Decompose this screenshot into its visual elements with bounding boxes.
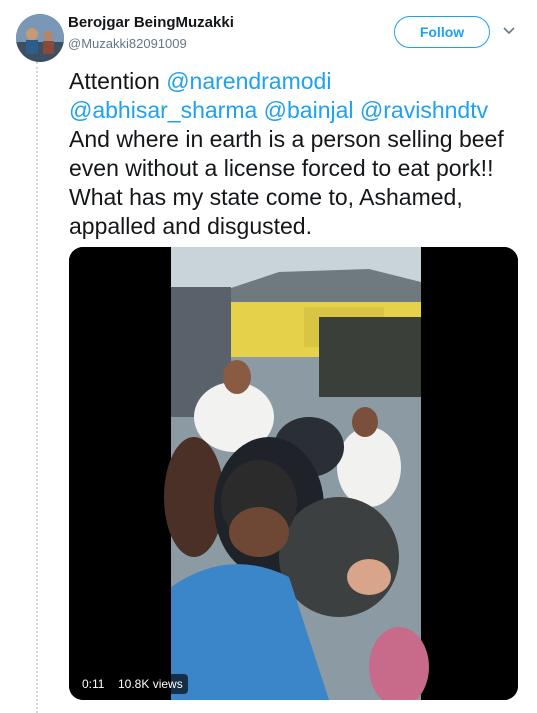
tweet-text: Attention @narendramodi @abhisar_sharma …	[69, 67, 529, 241]
follow-button[interactable]: Follow	[394, 16, 490, 48]
mention-link[interactable]: @abhisar_sharma	[69, 97, 257, 123]
tweet-header: Berojgar BeingMuzakki @Muzakki82091009 F…	[16, 10, 526, 62]
video-player[interactable]: 0:11 10.8K views	[69, 247, 518, 700]
chevron-down-icon[interactable]	[502, 26, 516, 36]
display-name[interactable]: Berojgar BeingMuzakki	[68, 14, 234, 31]
tweet-body: And where in earth is a person selling b…	[69, 126, 504, 239]
avatar[interactable]	[16, 14, 64, 62]
mention-link[interactable]: @narendramodi	[166, 68, 331, 94]
video-frame	[69, 247, 518, 700]
video-views-badge: 10.8K views	[113, 674, 188, 694]
mention-link[interactable]: @bainjal	[264, 97, 354, 123]
video-duration-badge: 0:11	[77, 674, 110, 694]
user-handle[interactable]: @Muzakki82091009	[68, 36, 187, 51]
thread-line	[36, 62, 38, 713]
mention-link[interactable]: @ravishndtv	[360, 97, 488, 123]
tweet-text-prefix: Attention	[69, 68, 167, 94]
